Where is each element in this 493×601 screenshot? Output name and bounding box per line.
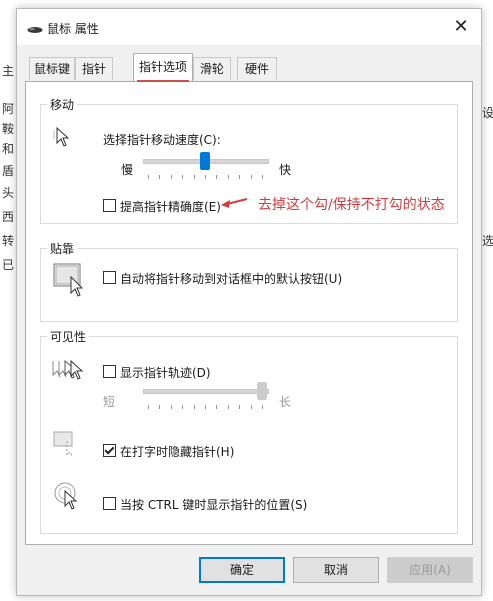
tab-pointer-options[interactable]: 指针选项 [133,53,193,81]
red-arrow-icon [219,195,249,214]
enhance-precision-checkbox[interactable] [103,199,116,212]
enhance-precision-label[interactable]: 提高指针精确度(E) [120,198,221,215]
background-text: 设 [482,106,493,120]
background-text: 转 [2,234,15,248]
hide-while-typing-label[interactable]: 在打字时隐藏指针(H) [120,443,234,460]
apply-button[interactable]: 应用(A) [387,557,473,583]
cancel-button[interactable]: 取消 [293,557,379,583]
slider-tick [182,175,184,179]
mouse-icon [27,23,43,37]
slider-tick [148,175,149,179]
snap-to-icon [53,263,87,302]
slider-tick [193,175,195,179]
background-text: 西 [2,210,15,224]
slider-tick [227,405,229,409]
tab-pointers[interactable]: 指针 [75,57,113,80]
pointer-trails-label[interactable]: 显示指针轨迹(D) [120,364,211,381]
slider-tick [205,175,206,179]
background-text: 主 [2,64,15,78]
pointer-trails-icon [51,357,87,388]
tab-wheel[interactable]: 滑轮 [193,57,231,80]
slider-tick [148,405,149,409]
show-location-icon [53,481,83,514]
pointer-speed-slider[interactable] [143,152,269,181]
pointer-speed-label: 选择指针移动速度(C): [103,133,221,147]
show-location-label[interactable]: 当按 CTRL 键时显示指针的位置(S) [120,496,307,513]
slider-tick [227,175,229,179]
background-text: 盾 [2,164,15,178]
background-text: 头 [2,186,15,200]
background-text: 和 [2,142,15,156]
ok-button[interactable]: 确定 [199,557,285,583]
slider-tick [250,405,252,409]
slider-tick [159,405,161,409]
trails-length-slider[interactable] [143,382,269,411]
slider-tick [205,405,206,409]
visibility-group-label: 可见性 [47,328,90,345]
close-button[interactable]: ✕ [451,17,471,37]
long-label: 长 [279,395,292,409]
snap-to-label[interactable]: 自动将指针移动到对话框中的默认按钮(U) [120,270,342,287]
slider-tick [262,175,263,179]
pointer-speed-icon [51,125,79,154]
title-bar[interactable]: 鼠标 属性 ✕ [17,9,481,45]
snap-to-checkbox[interactable] [103,271,116,284]
annotation-text: 去掉这个勾/保持不打勾的状态 [258,197,445,213]
short-label: 短 [103,395,116,409]
slider-tick [239,405,241,409]
visibility-group: 可见性 显示指针轨迹(D) 短 长 在打字时隐藏指针(H) 当按 CTRL 键时… [40,328,458,534]
slider-tick [239,175,241,179]
tab-buttons[interactable]: 鼠标键 [29,57,75,80]
slider-tick [170,405,172,409]
active-tab-underline [137,80,189,82]
fast-label: 快 [279,163,292,177]
slider-thumb[interactable] [257,382,267,400]
slider-thumb[interactable] [200,152,210,170]
pointer-options-panel: 移动 选择指针移动速度(C): 慢 快 提高指针精确度(E) 去掉这个勾/保持不… [25,81,473,545]
motion-group-label: 移动 [47,96,78,113]
background-text: 鞍 [2,122,15,136]
pointer-trails-checkbox[interactable] [103,365,116,378]
slow-label: 慢 [121,163,134,177]
slider-tick [262,405,263,409]
hide-while-typing-checkbox[interactable] [103,444,116,457]
slider-tick [159,175,161,179]
hide-while-typing-icon [53,431,83,462]
snap-group-label: 贴靠 [47,240,78,257]
mouse-properties-dialog: 鼠标 属性 ✕ 鼠标键 指针 指针选项 滑轮 硬件 移动 选择指针移动速度(C)… [16,8,482,596]
background-text: 选 [482,234,493,248]
background-text: 阿 [2,102,15,116]
window-title: 鼠标 属性 [47,22,99,36]
slider-tick [216,175,218,179]
slider-tick [250,175,252,179]
snap-to-group: 贴靠 自动将指针移动到对话框中的默认按钮(U) [40,240,458,322]
slider-tick [193,405,195,409]
slider-tick [216,405,218,409]
slider-tick [170,175,172,179]
tab-hardware[interactable]: 硬件 [237,57,277,80]
background-text: 已 [2,258,15,272]
slider-track [143,389,269,394]
show-location-checkbox[interactable] [103,497,116,510]
slider-tick [182,405,184,409]
